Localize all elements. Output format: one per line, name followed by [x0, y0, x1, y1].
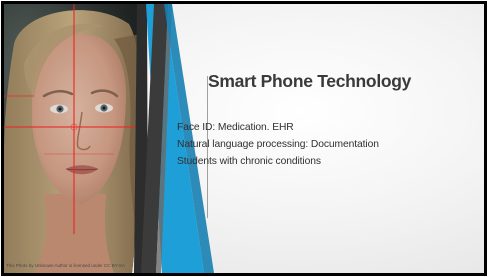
bullet-dot-icon: •: [166, 155, 170, 167]
bullet-item: • Students with chronic conditions: [166, 153, 379, 170]
bullet-text: Face ID: Medication. EHR: [177, 122, 294, 133]
bullet-text: Natural language processing: Documentati…: [177, 139, 379, 150]
slide: Smart Phone Technology • Face ID: Medica…: [4, 4, 484, 273]
bullet-dot-icon: •: [166, 121, 170, 133]
bullet-item: • Face ID: Medication. EHR: [166, 119, 379, 136]
slide-frame: Smart Phone Technology • Face ID: Medica…: [1, 1, 487, 276]
bullet-list[interactable]: • Face ID: Medication. EHR • Natural lan…: [166, 119, 379, 170]
bullet-text: Students with chronic conditions: [177, 156, 321, 167]
bullet-item: • Natural language processing: Documenta…: [166, 136, 379, 153]
photo-attribution-caption[interactable]: This Photo by Unknown Author is licensed…: [6, 263, 125, 268]
bullet-dot-icon: •: [166, 138, 170, 150]
slide-title[interactable]: Smart Phone Technology: [208, 71, 458, 92]
